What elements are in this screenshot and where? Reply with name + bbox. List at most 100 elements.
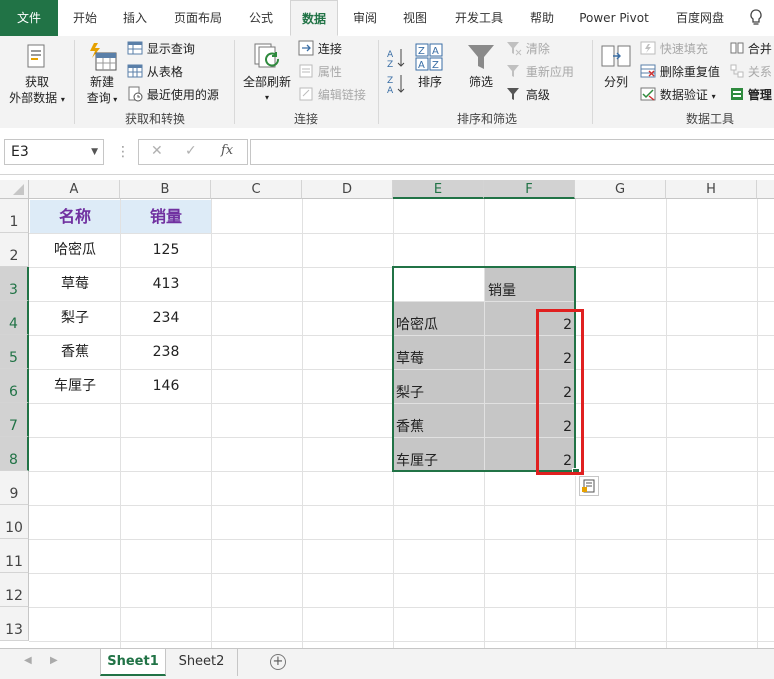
cell-b2[interactable]: 125 [121,234,211,267]
name-box[interactable]: E3 ▼ [4,139,104,165]
cell-a4[interactable]: 梨子 [30,302,120,335]
flash-fill-button[interactable]: 快速填充 [640,40,708,59]
cell-e6[interactable]: 梨子 [394,370,484,403]
consolidate-icon [730,40,744,59]
reapply-button[interactable]: 重新应用 [506,63,574,82]
row-header-12[interactable]: 12 [0,573,29,607]
tab-page-layout[interactable]: 页面布局 [162,0,234,36]
cancel-x-icon[interactable]: ✕ [151,143,163,159]
column-header-g[interactable]: G [575,180,666,199]
column-header-f[interactable]: F [484,180,575,199]
row-header-9[interactable]: 9 [0,471,29,505]
cell-a1[interactable]: 名称 [30,200,120,233]
recent-sources-button[interactable]: 最近使用的源 [127,86,219,105]
cell-e7[interactable]: 香蕉 [394,404,484,437]
fill-handle[interactable] [572,468,580,476]
cell-b1[interactable]: 销量 [121,200,211,233]
tab-review[interactable]: 审阅 [342,0,388,36]
show-queries-button[interactable]: 显示查询 [127,40,195,59]
data-validation-button[interactable]: 数据验证 ▾ [640,86,716,105]
cell-e5[interactable]: 草莓 [394,336,484,369]
column-header-a[interactable]: A [29,180,120,199]
row-header-1[interactable]: 1 [0,199,29,233]
cell-a5[interactable]: 香蕉 [30,336,120,369]
sort-button[interactable]: 排序 [410,74,450,90]
sort-ascending-icon[interactable]: AZZA [386,46,408,96]
cell-a6[interactable]: 车厘子 [30,370,120,403]
row-header-5[interactable]: 5 [0,335,29,369]
column-header-c[interactable]: C [211,180,302,199]
clear-filter-button[interactable]: 清除 [506,40,550,59]
cell-a2[interactable]: 哈密瓜 [30,234,120,267]
refresh-all-button[interactable]: 全部刷新 ▾ [238,74,296,106]
cell-a3[interactable]: 草莓 [30,268,120,301]
scroll-right-icon[interactable]: ▶ [50,655,58,666]
row-header-13[interactable]: 13 [0,607,29,641]
tab-power-pivot[interactable]: Power Pivot [570,0,658,36]
row-header-2[interactable]: 2 [0,233,29,267]
column-header-partial[interactable] [757,180,774,199]
consolidate-button[interactable]: 合并 [730,40,772,59]
manage-data-model-button[interactable]: 管理 [730,86,772,105]
cell-e3[interactable] [394,268,484,301]
tab-formulas[interactable]: 公式 [238,0,284,36]
scroll-left-icon[interactable]: ◀ [24,655,32,666]
tab-file[interactable]: 文件 [0,0,58,36]
sheet-tab-sheet2[interactable]: Sheet2 [166,649,238,676]
confirm-check-icon[interactable]: ✓ [185,143,197,159]
row-header-6[interactable]: 6 [0,369,29,403]
cell-e4[interactable]: 哈密瓜 [394,302,484,335]
properties-button[interactable]: 属性 [298,63,342,82]
cell-e8[interactable]: 车厘子 [394,438,484,471]
row-header-3[interactable]: 3 [0,267,29,301]
sheet-tab-sheet1[interactable]: Sheet1 [100,649,166,676]
connections-button[interactable]: 连接 [298,40,342,59]
gridline [29,573,774,574]
add-sheet-button[interactable]: + [270,654,286,670]
tab-baidu-netdisk[interactable]: 百度网盘 [664,0,736,36]
filter-button[interactable]: 筛选 [460,74,502,90]
recent-sources-icon [127,86,143,105]
select-all-corner[interactable] [0,180,29,199]
cell-b4[interactable]: 234 [121,302,211,335]
column-header-h[interactable]: H [666,180,757,199]
get-external-data-button[interactable]: 获取 外部数据 ▾ [4,74,70,108]
cell-f6[interactable]: 2 [485,370,575,403]
relationships-button[interactable]: 关系 [730,63,772,82]
worksheet-grid[interactable]: A B C D E F G H 1 2 3 4 5 6 7 8 9 10 11 … [0,180,774,648]
cell-b3[interactable]: 413 [121,268,211,301]
row-header-4[interactable]: 4 [0,301,29,335]
cell-f5[interactable]: 2 [485,336,575,369]
tab-developer[interactable]: 开发工具 [444,0,514,36]
tab-data[interactable]: 数据 [290,0,338,36]
column-header-b[interactable]: B [120,180,211,199]
edit-links-button[interactable]: 编辑链接 [298,86,366,105]
row-header-8[interactable]: 8 [0,437,29,471]
tab-help[interactable]: 帮助 [520,0,564,36]
formula-input[interactable] [250,139,774,165]
row-header-7[interactable]: 7 [0,403,29,437]
column-header-e[interactable]: E [393,180,484,199]
row-header-11[interactable]: 11 [0,539,29,573]
cell-f8[interactable]: 2 [485,438,575,471]
cell-f7[interactable]: 2 [485,404,575,437]
cell-b6[interactable]: 146 [121,370,211,403]
remove-duplicates-button[interactable]: 删除重复值 [640,63,720,82]
cell-b5[interactable]: 238 [121,336,211,369]
lightbulb-icon[interactable] [748,9,764,27]
tab-home[interactable]: 开始 [62,0,108,36]
chevron-down-icon[interactable]: ▼ [91,140,98,164]
cell-f4[interactable]: 2 [485,302,575,335]
tab-insert[interactable]: 插入 [112,0,158,36]
quick-analysis-button[interactable] [579,476,599,496]
insert-function-button[interactable]: fx [221,143,233,158]
from-table-button[interactable]: 从表格 [127,63,183,82]
new-query-button[interactable]: 新建 查询 ▾ [80,74,124,108]
advanced-filter-button[interactable]: 高级 [506,86,550,105]
cell-f3[interactable]: 销量 [485,268,575,301]
more-options-icon[interactable]: ⋮ [116,144,130,160]
text-to-columns-button[interactable]: 分列 [598,74,634,90]
column-header-d[interactable]: D [302,180,393,199]
row-header-10[interactable]: 10 [0,505,29,539]
tab-view[interactable]: 视图 [392,0,438,36]
